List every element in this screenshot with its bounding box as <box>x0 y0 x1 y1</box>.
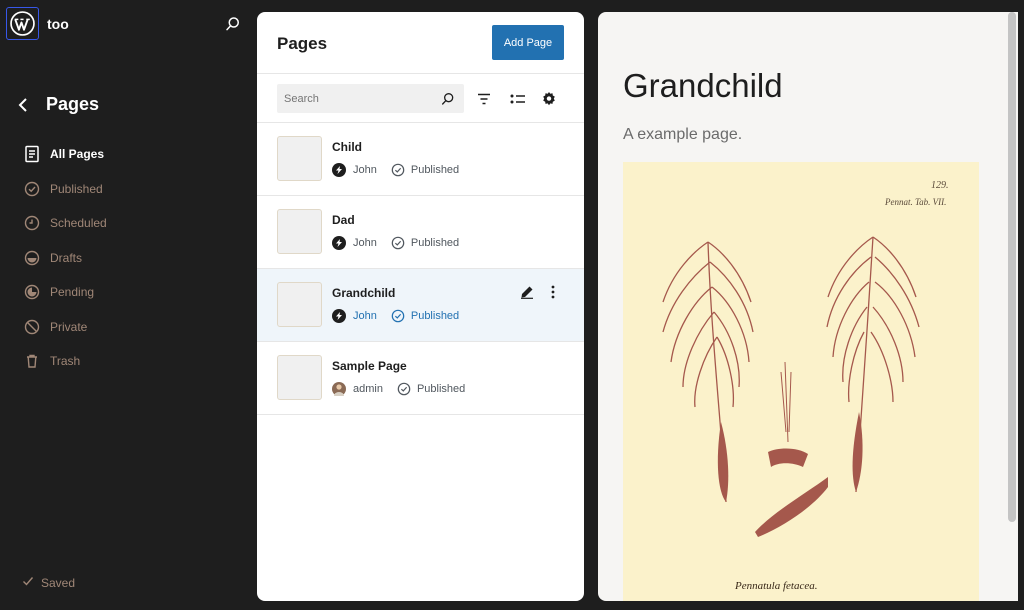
published-icon <box>23 180 41 198</box>
plate-number: 129. <box>931 180 949 191</box>
site-hub: too <box>6 7 69 40</box>
sidebar: too Pages All Pages Published Scheduled <box>0 0 256 610</box>
list-view-icon[interactable] <box>509 90 527 108</box>
sidebar-item-label: Drafts <box>50 250 83 265</box>
row-title[interactable]: Dad <box>332 213 355 227</box>
sidebar-title: Pages <box>46 94 100 114</box>
published-status-icon <box>391 236 405 250</box>
filter-icon[interactable] <box>475 90 493 108</box>
page-thumbnail[interactable] <box>277 282 322 327</box>
sidebar-item-published[interactable]: Published <box>23 172 243 207</box>
scheduled-icon <box>23 214 41 232</box>
more-actions-icon[interactable] <box>551 285 555 304</box>
sidebar-header: Pages <box>14 94 99 115</box>
published-status-icon <box>391 163 405 177</box>
botanical-illustration-image: 129. Pennat. Tab. VII. Pennatula fetacea… <box>623 162 979 601</box>
sidebar-item-label: Pending <box>50 285 95 300</box>
pages-list-panel: Pages Add Page Child John Published <box>257 12 584 601</box>
row-meta: John Published <box>332 236 459 250</box>
search-input[interactable] <box>277 92 432 105</box>
author-name: admin <box>353 383 383 395</box>
saved-label: Saved <box>41 575 76 590</box>
list-toolbar <box>257 74 584 123</box>
sidebar-item-pending[interactable]: Pending <box>23 275 243 310</box>
pending-icon <box>23 283 41 301</box>
settings-gear-icon[interactable] <box>540 90 558 108</box>
author-avatar <box>332 382 346 396</box>
author-avatar <box>332 236 346 250</box>
back-chevron-icon[interactable] <box>14 95 32 115</box>
sidebar-item-scheduled[interactable]: Scheduled <box>23 206 243 241</box>
published-status-icon <box>391 309 405 323</box>
table-row[interactable]: Dad John Published <box>257 196 584 269</box>
sidebar-item-label: Published <box>50 181 103 196</box>
checkmark-icon <box>22 575 34 590</box>
edit-pencil-icon[interactable] <box>520 285 534 304</box>
wordpress-logo-icon[interactable] <box>6 7 39 40</box>
sidebar-nav: All Pages Published Scheduled Drafts Pen… <box>23 137 243 379</box>
sidebar-item-private[interactable]: Private <box>23 310 243 345</box>
author-name: John <box>353 237 377 249</box>
row-meta: John Published <box>332 163 459 177</box>
sidebar-item-drafts[interactable]: Drafts <box>23 241 243 276</box>
preview-subtitle: A example page. <box>623 126 743 143</box>
author-avatar <box>332 163 346 177</box>
search-icon[interactable] <box>440 91 456 107</box>
search-icon[interactable] <box>224 15 242 33</box>
table-row[interactable]: Child John Published <box>257 123 584 196</box>
row-title[interactable]: Sample Page <box>332 359 407 373</box>
author-name: John <box>353 310 377 322</box>
panel-header: Pages Add Page <box>257 12 584 74</box>
sidebar-item-label: Scheduled <box>50 216 107 231</box>
search-field[interactable] <box>277 84 464 113</box>
trash-icon <box>23 352 41 370</box>
image-caption: Pennatula fetacea. <box>734 580 817 592</box>
private-icon <box>23 318 41 336</box>
row-meta: admin Published <box>332 382 465 396</box>
preview-title: Grandchild <box>623 67 783 104</box>
row-meta: John Published <box>332 309 459 323</box>
save-status: Saved <box>22 575 75 590</box>
table-row-selected[interactable]: Grandchild John Published <box>257 269 584 342</box>
sidebar-item-all-pages[interactable]: All Pages <box>23 137 243 172</box>
page-thumbnail[interactable] <box>277 355 322 400</box>
sidebar-item-trash[interactable]: Trash <box>23 344 243 379</box>
status-label: Published <box>410 310 460 322</box>
plate-label: Pennat. Tab. VII. <box>884 197 946 207</box>
preview-scrollbar[interactable] <box>1008 12 1016 522</box>
row-title[interactable]: Child <box>332 140 362 154</box>
site-title[interactable]: too <box>47 16 69 32</box>
page-preview[interactable]: Grandchild A example page. 129. Pennat. … <box>598 12 1018 601</box>
sidebar-item-label: All Pages <box>50 147 105 162</box>
sidebar-item-label: Private <box>50 319 88 334</box>
page-thumbnail[interactable] <box>277 136 322 181</box>
pages-icon <box>23 145 41 163</box>
add-page-button[interactable]: Add Page <box>492 25 564 60</box>
published-status-icon <box>397 382 411 396</box>
drafts-icon <box>23 249 41 267</box>
status-label: Published <box>416 383 466 395</box>
page-title: Pages <box>277 34 328 53</box>
author-name: John <box>353 164 377 176</box>
table-row[interactable]: Sample Page admin Published <box>257 342 584 415</box>
row-title[interactable]: Grandchild <box>332 286 395 300</box>
status-label: Published <box>410 237 460 249</box>
status-label: Published <box>410 164 460 176</box>
sidebar-item-label: Trash <box>50 354 81 369</box>
page-thumbnail[interactable] <box>277 209 322 254</box>
author-avatar <box>332 309 346 323</box>
